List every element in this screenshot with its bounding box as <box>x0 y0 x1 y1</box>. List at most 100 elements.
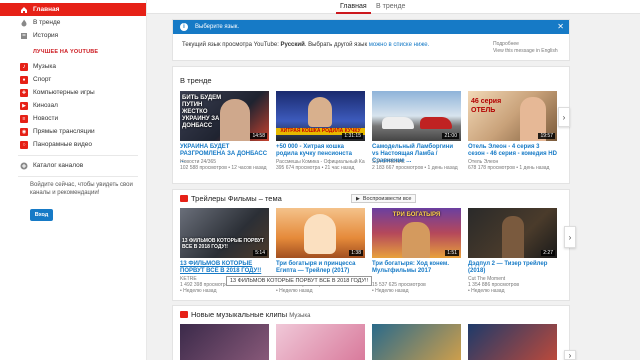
video-title[interactable]: 13 ФИЛЬМОВ КОТОРЫЕ ПОРВУТ ВСЕ В 2018 ГОД… <box>180 261 269 275</box>
video-thumbnail[interactable]: 13 ФИЛЬМОВ КОТОРЫЕ ПОРВУТ ВСЕ В 2018 ГОД… <box>180 208 269 258</box>
play-icon: ▶ <box>356 195 360 202</box>
thumbnail-car-white <box>382 117 414 129</box>
sidebar-item-label: Музыка <box>33 63 56 70</box>
sidebar-item-live[interactable]: ◉ Прямые трансляции <box>0 125 146 138</box>
video-thumbnail[interactable] <box>372 324 461 360</box>
video-meta: 395 674 просмотра • 21 час назад <box>276 165 355 171</box>
video-thumbnail[interactable] <box>180 324 269 360</box>
sidebar-item-label: Спорт <box>33 76 52 83</box>
language-notice-text-middle: . Выбрать другой язык <box>304 42 369 48</box>
login-button[interactable]: Вход <box>30 209 53 221</box>
video-duration: 1:31:15 <box>342 133 363 139</box>
sidebar-item-history[interactable]: История <box>0 29 146 42</box>
video-time: • Неделю назад <box>372 288 409 294</box>
video-thumbnail[interactable]: 2:27 <box>468 208 557 258</box>
thumbnail-person <box>220 99 250 141</box>
sidebar-item-movies[interactable]: ▶ Кинозал <box>0 99 146 112</box>
video-title[interactable]: Дэдпул 2 — Тизер трейлер (2018) <box>468 261 557 275</box>
sidebar-divider <box>18 176 138 177</box>
sidebar-item-music[interactable]: ♪ Музыка <box>0 60 146 73</box>
signin-prompt: Войдите сейчас, чтобы увидеть свои канал… <box>30 182 133 196</box>
chevron-right-icon: › <box>568 350 572 360</box>
video-thumbnail[interactable] <box>276 324 365 360</box>
music-icon: ♪ <box>20 62 28 71</box>
video-thumbnail[interactable]: 21:00 <box>372 91 461 141</box>
sidebar-item-sports[interactable]: ● Спорт <box>0 73 146 86</box>
sidebar-item-label: Панорамные видео <box>33 141 92 148</box>
gaming-icon: ✚ <box>20 88 28 97</box>
close-icon[interactable]: ✕ <box>557 22 564 31</box>
video-title[interactable]: +50 000 - Хитрая кошка родила кучку пенс… <box>276 144 365 158</box>
info-icon: i <box>180 23 188 31</box>
video-time: • Неделю назад <box>180 288 217 294</box>
video-thumbnail[interactable]: ХИТРАЯ КОШКА РОДИЛА КУЧКУ 1:31:15 <box>276 91 365 141</box>
video-meta: 678 178 просмотров • 1 день назад <box>468 165 550 171</box>
current-language: Русский <box>280 42 305 48</box>
video-title[interactable]: Отель Элеон - 4 серия 3 сезон - 46 серия… <box>468 144 557 158</box>
video-thumbnail[interactable]: 46 серия ОТЕЛЬ 19:57 <box>468 91 557 141</box>
shelf-title-text: Новые музыкальные клипы <box>191 310 288 319</box>
sidebar-item-360-video[interactable]: ○ Панорамные видео <box>0 138 146 151</box>
shelf-title[interactable]: В тренде <box>180 76 212 85</box>
video-duration: 21:00 <box>442 133 459 139</box>
video-thumbnail[interactable] <box>468 324 557 360</box>
history-icon <box>20 32 28 40</box>
movies-icon: ▶ <box>20 101 28 110</box>
sidebar-item-gaming[interactable]: ✚ Компьютерные игры <box>0 86 146 99</box>
play-all-button[interactable]: ▶ Воспроизвести все <box>351 194 417 203</box>
sidebar-item-label: Новости <box>33 115 59 122</box>
sidebar-divider <box>18 155 138 156</box>
video-time-text: Неделю назад <box>183 288 217 294</box>
sidebar-item-home[interactable]: Главная <box>0 3 146 16</box>
language-notice: i Выберите язык. ✕ Текущий язык просмотр… <box>172 19 570 61</box>
video-thumbnail[interactable]: 1:38 <box>276 208 365 258</box>
video-thumbnail[interactable]: БИТЬ БУДЕМ ПУТИН ЖЕСТКО УКРАИНУ ЗА ДОНБА… <box>180 91 269 141</box>
shelf-next-arrow[interactable]: › <box>564 226 576 248</box>
video-meta: 102 588 просмотров • 12 часов назад <box>180 165 267 171</box>
shelf-title[interactable]: Новые музыкальные клипы Музыка <box>180 310 310 319</box>
video-title[interactable]: Три богатыря: Ход конем. Мультфильмы 201… <box>372 261 461 275</box>
thumbnail-person <box>308 97 332 127</box>
sidebar-item-label: Каталог каналов <box>33 162 84 169</box>
video-duration: 5:14 <box>253 250 267 256</box>
channel-icon <box>180 195 188 202</box>
tab-trending[interactable]: В тренде <box>372 1 409 14</box>
choose-language-link[interactable]: можно в списке ниже. <box>369 42 430 48</box>
sidebar-item-news[interactable]: ≡ Новости <box>0 112 146 125</box>
sidebar-item-label: История <box>33 32 59 39</box>
video-duration: 2:27 <box>541 250 555 256</box>
thumbnail-person <box>502 216 524 258</box>
video-duration: 1:38 <box>349 250 363 256</box>
shelf-subtitle[interactable]: Музыка <box>289 313 310 319</box>
plus-circle-icon <box>20 162 28 170</box>
shelf-next-arrow[interactable]: › <box>564 350 576 360</box>
sidebar-item-catalog[interactable]: Каталог каналов <box>0 159 146 172</box>
video-title[interactable]: Три богатыря и принцесса Египта — Трейле… <box>276 261 365 275</box>
sidebar: Главная В тренде История ЛУЧШЕЕ НА YOUTU… <box>0 0 147 360</box>
thumbnail-overlay-text: БИТЬ БУДЕМ ПУТИН ЖЕСТКО УКРАИНУ ЗА ДОНБА… <box>182 95 222 129</box>
sidebar-item-label: Прямые трансляции <box>33 128 95 135</box>
sports-icon: ● <box>20 75 28 84</box>
news-icon: ≡ <box>20 114 28 123</box>
tab-home[interactable]: Главная <box>336 1 371 14</box>
video-time-text: Неделю назад <box>279 288 313 294</box>
video-duration: 1:51 <box>445 250 459 256</box>
shelf-next-arrow[interactable]: › <box>558 107 570 127</box>
sidebar-item-label: Кинозал <box>33 102 58 109</box>
thumbnail-car-red <box>420 117 452 129</box>
video-time: • Неделю назад <box>468 288 505 294</box>
video-time-text: Неделю назад <box>471 288 505 294</box>
video-duration: 14:58 <box>250 133 267 139</box>
shelf-title[interactable]: Трейлеры Фильмы – тема <box>180 194 282 203</box>
video-meta: 2 183 667 просмотров • 1 день назад <box>372 165 458 171</box>
language-notice-text: Текущий язык просмотра YouTube: Русский.… <box>182 42 429 48</box>
sidebar-item-label: Компьютерные игры <box>33 89 95 96</box>
thumbnail-overlay-text: 13 ФИЛЬМОВ КОТОРЫЕ ПОРВУТ ВСЕ В 2018 ГОД… <box>182 238 264 250</box>
sidebar-item-label: В тренде <box>33 19 61 26</box>
english-link[interactable]: View this message in English <box>493 48 558 55</box>
video-thumbnail[interactable]: ТРИ БОГАТЫРЯ 1:51 <box>372 208 461 258</box>
video-time: • Неделю назад <box>276 288 313 294</box>
video-title-tooltip: 13 ФИЛЬМОВ КОТОРЫЕ ПОРВУТ ВСЕ В 2018 ГОД… <box>226 276 373 286</box>
sidebar-item-trending[interactable]: В тренде <box>0 16 146 29</box>
fire-icon <box>20 19 28 27</box>
